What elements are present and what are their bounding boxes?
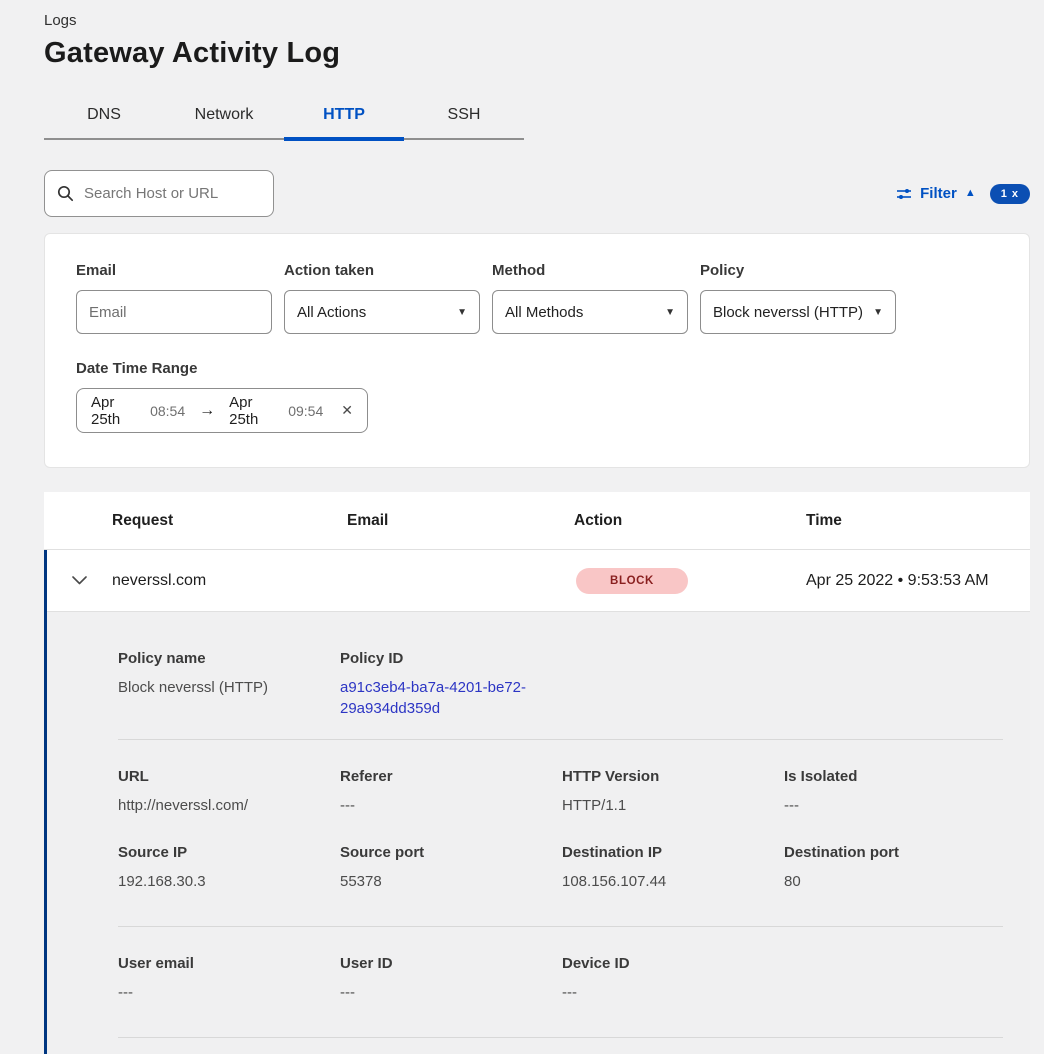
filter-toggle-button[interactable]: Filter ▲ 1 x [896,184,1030,204]
email-filter-input[interactable] [76,290,272,334]
divider [118,1037,1003,1038]
arrow-right-icon: → [195,402,219,420]
column-header-request: Request [112,512,347,530]
policy-id-label: Policy ID [340,650,562,667]
policy-field: Policy Block neverssl (HTTP) ▼ [700,262,896,334]
page-header: Logs Gateway Activity Log [0,0,1044,70]
referer-field: Referer --- [340,768,562,816]
column-header-email: Email [347,512,574,530]
policy-id-field: Policy ID a91c3eb4-ba7a-4201-be72-29a934… [340,650,562,719]
row-action: BLOCK [574,568,806,594]
policy-label: Policy [700,262,896,279]
action-taken-label: Action taken [284,262,480,279]
method-value: All Methods [505,304,583,321]
filter-sliders-icon [896,186,912,202]
row-expander[interactable] [47,576,112,585]
tab-dns[interactable]: DNS [44,96,164,138]
policy-id-link[interactable]: a91c3eb4-ba7a-4201-be72-29a934dd359d [340,677,536,719]
destination-ip-field: Destination IP 108.156.107.44 [562,844,784,892]
policy-select[interactable]: Block neverssl (HTTP) ▼ [700,290,896,334]
filter-panel: Email Action taken All Actions ▼ Method … [44,233,1030,468]
divider [118,926,1003,927]
source-port-field: Source port 55378 [340,844,562,892]
chevron-down-icon: ▼ [665,307,675,318]
action-taken-value: All Actions [297,304,366,321]
tab-http[interactable]: HTTP [284,96,404,138]
gateway-activity-log-page: Logs Gateway Activity Log DNS Network HT… [0,0,1044,1054]
expanded-row-container: neverssl.com BLOCK Apr 25 2022 • 9:53:53… [44,550,1030,1054]
chevron-down-icon: ▼ [873,307,883,318]
http-version-field: HTTP Version HTTP/1.1 [562,768,784,816]
source-ip-field: Source IP 192.168.30.3 [118,844,340,892]
email-filter-label: Email [76,262,272,279]
row-details: Policy name Block neverssl (HTTP) Policy… [47,612,1030,1054]
row-request: neverssl.com [112,572,347,590]
search-input[interactable] [84,185,261,202]
destination-port-field: Destination port 80 [784,844,1003,892]
policy-value: Block neverssl (HTTP) [713,304,863,321]
date-range-picker[interactable]: Apr 25th 08:54 → Apr 25th 09:54 ✕ [76,388,368,433]
user-id-field: User ID --- [340,955,562,1003]
policy-name-label: Policy name [118,650,340,667]
url-field: URL http://neverssl.com/ [118,768,340,816]
user-email-field: User email --- [118,955,340,1003]
chevron-up-icon: ▲ [965,188,976,199]
filter-count-badge[interactable]: 1 x [990,184,1030,204]
device-id-field: Device ID --- [562,955,784,1003]
column-header-time: Time [806,512,1030,530]
log-table: Request Email Action Time neverssl.com B… [44,492,1030,1054]
toolbar: Filter ▲ 1 x [44,170,1030,217]
date-time-range-label: Date Time Range [76,360,998,377]
action-taken-field: Action taken All Actions ▼ [284,262,480,334]
row-time: Apr 25 2022 • 9:53:53 AM [806,572,1030,590]
email-filter-field: Email [76,262,272,334]
policy-name-field: Policy name Block neverssl (HTTP) [118,650,340,719]
tab-bar: DNS Network HTTP SSH [44,96,524,140]
divider [118,739,1003,740]
method-label: Method [492,262,688,279]
tab-ssh[interactable]: SSH [404,96,524,138]
breadcrumb[interactable]: Logs [44,12,1000,29]
column-header-action: Action [574,512,806,530]
table-row[interactable]: neverssl.com BLOCK Apr 25 2022 • 9:53:53… [47,550,1030,612]
clear-range-icon[interactable]: ✕ [341,402,353,419]
date-time-range-field: Date Time Range Apr 25th 08:54 → Apr 25t… [76,360,998,433]
search-box[interactable] [44,170,274,217]
filter-label: Filter [920,185,957,202]
range-end-date: Apr 25th [229,394,278,428]
is-isolated-field: Is Isolated --- [784,768,1003,816]
policy-name-value: Block neverssl (HTTP) [118,677,340,698]
method-field: Method All Methods ▼ [492,262,688,334]
page-title: Gateway Activity Log [44,37,1000,70]
table-header-row: Request Email Action Time [44,492,1030,550]
block-action-badge: BLOCK [576,568,688,594]
tab-network[interactable]: Network [164,96,284,138]
chevron-down-icon [72,576,87,585]
method-select[interactable]: All Methods ▼ [492,290,688,334]
action-taken-select[interactable]: All Actions ▼ [284,290,480,334]
range-start-date: Apr 25th [91,394,140,428]
chevron-down-icon: ▼ [457,307,467,318]
range-end-time: 09:54 [288,403,323,419]
range-start-time: 08:54 [150,403,185,419]
search-icon [57,185,74,202]
